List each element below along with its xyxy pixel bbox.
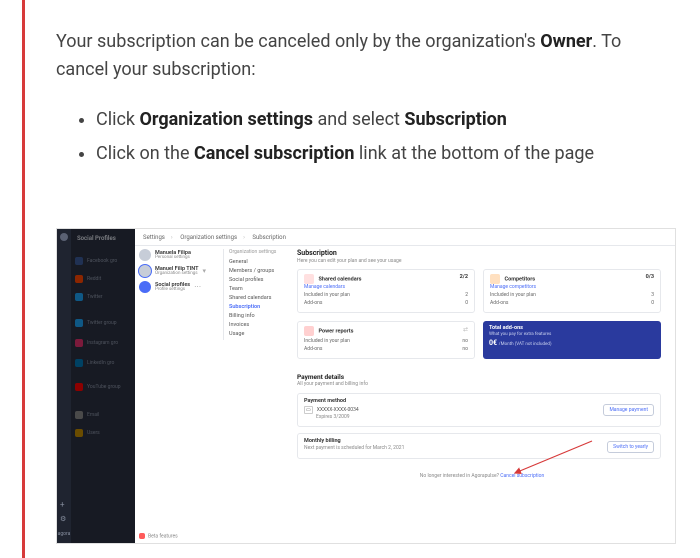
settings-nav: Organization settings General Members / … [229,249,291,340]
payment-details-title: Payment details [297,373,368,381]
nav-subscription[interactable]: Subscription [229,304,291,310]
billing-line: Next payment is scheduled for March 2, 2… [304,445,654,451]
cancel-subscription-link[interactable]: Cancel subscription [500,473,544,479]
crumb-subscription[interactable]: Subscription [252,234,286,241]
chevron-down-icon[interactable]: ▾ [202,267,206,275]
app-screenshot: + ⚙ agora Social Profiles Facebook gro R… [56,228,676,544]
settings-panel: Settings› Organization settings› Subscri… [135,229,675,543]
page-title: Subscription [297,249,667,257]
calendars-count: 2/2 [460,274,468,280]
step-2: Click on the Cancel subscription link at… [96,140,660,168]
nav-invoices[interactable]: Invoices [229,322,291,328]
card-monthly-billing: Monthly billing Next payment is schedule… [297,433,661,459]
crumb-settings[interactable]: Settings [143,234,165,241]
card-competitors: Competitors 0/3 Manage competitors Inclu… [483,269,661,313]
more-icon[interactable]: ⋯ [194,283,201,291]
breadcrumb: Settings› Organization settings› Subscri… [143,234,292,241]
competitors-icon [490,274,500,284]
nav-header: Organization settings [229,249,291,255]
calendar-icon [304,274,314,284]
nav-team[interactable]: Team [229,286,291,292]
competitors-count: 0/3 [646,274,654,280]
manage-calendars-link[interactable]: Manage calendars [304,284,468,290]
context-item[interactable]: Manuela FilipaPersonal settings [139,249,225,261]
payment-method-title: Payment method [304,398,654,404]
card-shared-calendars: Shared calendars 2/2 Manage calendars In… [297,269,475,313]
reports-icon [304,326,314,336]
nav-social[interactable]: Social profiles [229,277,291,283]
billing-title: Monthly billing [304,438,654,444]
context-item[interactable]: Manuel Filip TINTOrganization settings ▾ [139,265,225,277]
settings-context-list: Manuela FilipaPersonal settings Manuel F… [139,249,225,297]
card-icon: ▭ [304,406,313,414]
manage-competitors-link[interactable]: Manage competitors [490,284,654,290]
switch-yearly-button[interactable]: Switch to yearly [607,441,654,453]
app-logo-icon[interactable] [60,233,68,241]
accounts-sidebar: Social Profiles Facebook gro Reddit Twit… [71,229,135,543]
crumb-org[interactable]: Organization settings [180,234,237,241]
nav-billing[interactable]: Billing info [229,313,291,319]
avatar-icon [139,265,151,277]
settings-icon[interactable]: ⚙ [60,515,66,523]
card-payment-method: Payment method ▭ XXXXX-XXXX-0034 Expires… [297,393,661,427]
toggle-icon[interactable]: ⇄ [463,326,468,333]
nav-usage[interactable]: Usage [229,331,291,337]
document-body: Your subscription can be canceled only b… [56,28,660,174]
manage-payment-button[interactable]: Manage payment [603,404,654,416]
quote-bar [22,0,25,558]
dimmed-overlay [71,229,135,543]
context-item[interactable]: Social profilesProfile settings ⋯ [139,281,225,293]
beta-badge-icon [139,533,145,539]
intro-paragraph: Your subscription can be canceled only b… [56,28,660,84]
card-number: XXXXX-XXXX-0034 [317,407,359,413]
steps-list: Click Organization settings and select S… [56,106,660,168]
card-power-reports: Power reports ⇄ Included in your planno … [297,321,475,359]
step-1: Click Organization settings and select S… [96,106,660,134]
nav-general[interactable]: General [229,259,291,265]
intro-owner: Owner [540,31,592,52]
brand-label: agora [57,531,71,537]
subscription-main: Subscription Here you can edit your plan… [297,249,667,535]
nav-calendars[interactable]: Shared calendars [229,295,291,301]
divider [135,245,675,246]
avatar-icon [139,249,151,261]
beta-features[interactable]: Beta features [139,533,178,539]
app-rail: + ⚙ agora [57,229,71,543]
cancel-subscription-line: No longer interested in Agorapulse? Canc… [297,473,667,535]
payment-details-sub: All your payment and billing info [297,381,368,387]
intro-text-1: Your subscription can be canceled only b… [56,31,540,52]
page-subtitle: Here you can edit your plan and see your… [297,258,667,264]
add-icon[interactable]: + [60,500,65,509]
profiles-icon [139,281,151,293]
card-total-addons: Total add-ons What you pay for extra fea… [483,321,661,359]
nav-members[interactable]: Members / groups [229,268,291,274]
